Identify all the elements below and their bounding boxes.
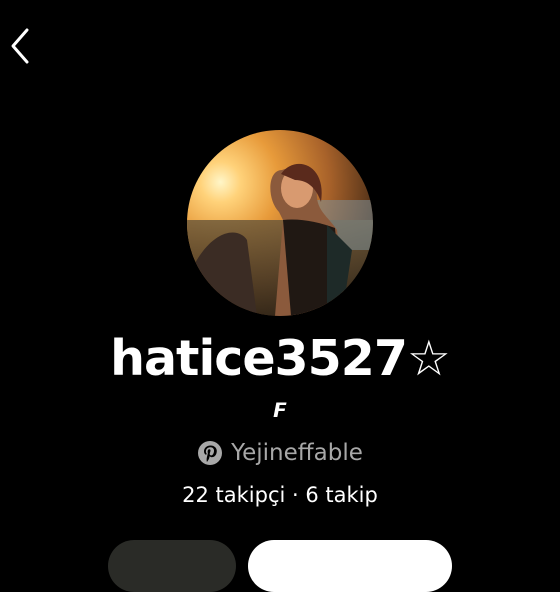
website-link[interactable]: Yejineffable xyxy=(0,436,560,470)
follower-stats[interactable]: 22 takipçi · 6 takip xyxy=(0,478,560,512)
follow-button[interactable] xyxy=(248,540,452,592)
avatar[interactable] xyxy=(187,130,373,316)
username: hatice3527☆ xyxy=(110,330,451,387)
website-label: Yejineffable xyxy=(231,440,363,466)
avatar-image xyxy=(187,130,373,316)
message-button[interactable] xyxy=(108,540,236,592)
pinterest-icon xyxy=(197,440,223,466)
back-button[interactable] xyxy=(4,26,34,66)
bio: 𝙁 xyxy=(273,398,287,422)
chevron-left-icon xyxy=(11,28,29,64)
